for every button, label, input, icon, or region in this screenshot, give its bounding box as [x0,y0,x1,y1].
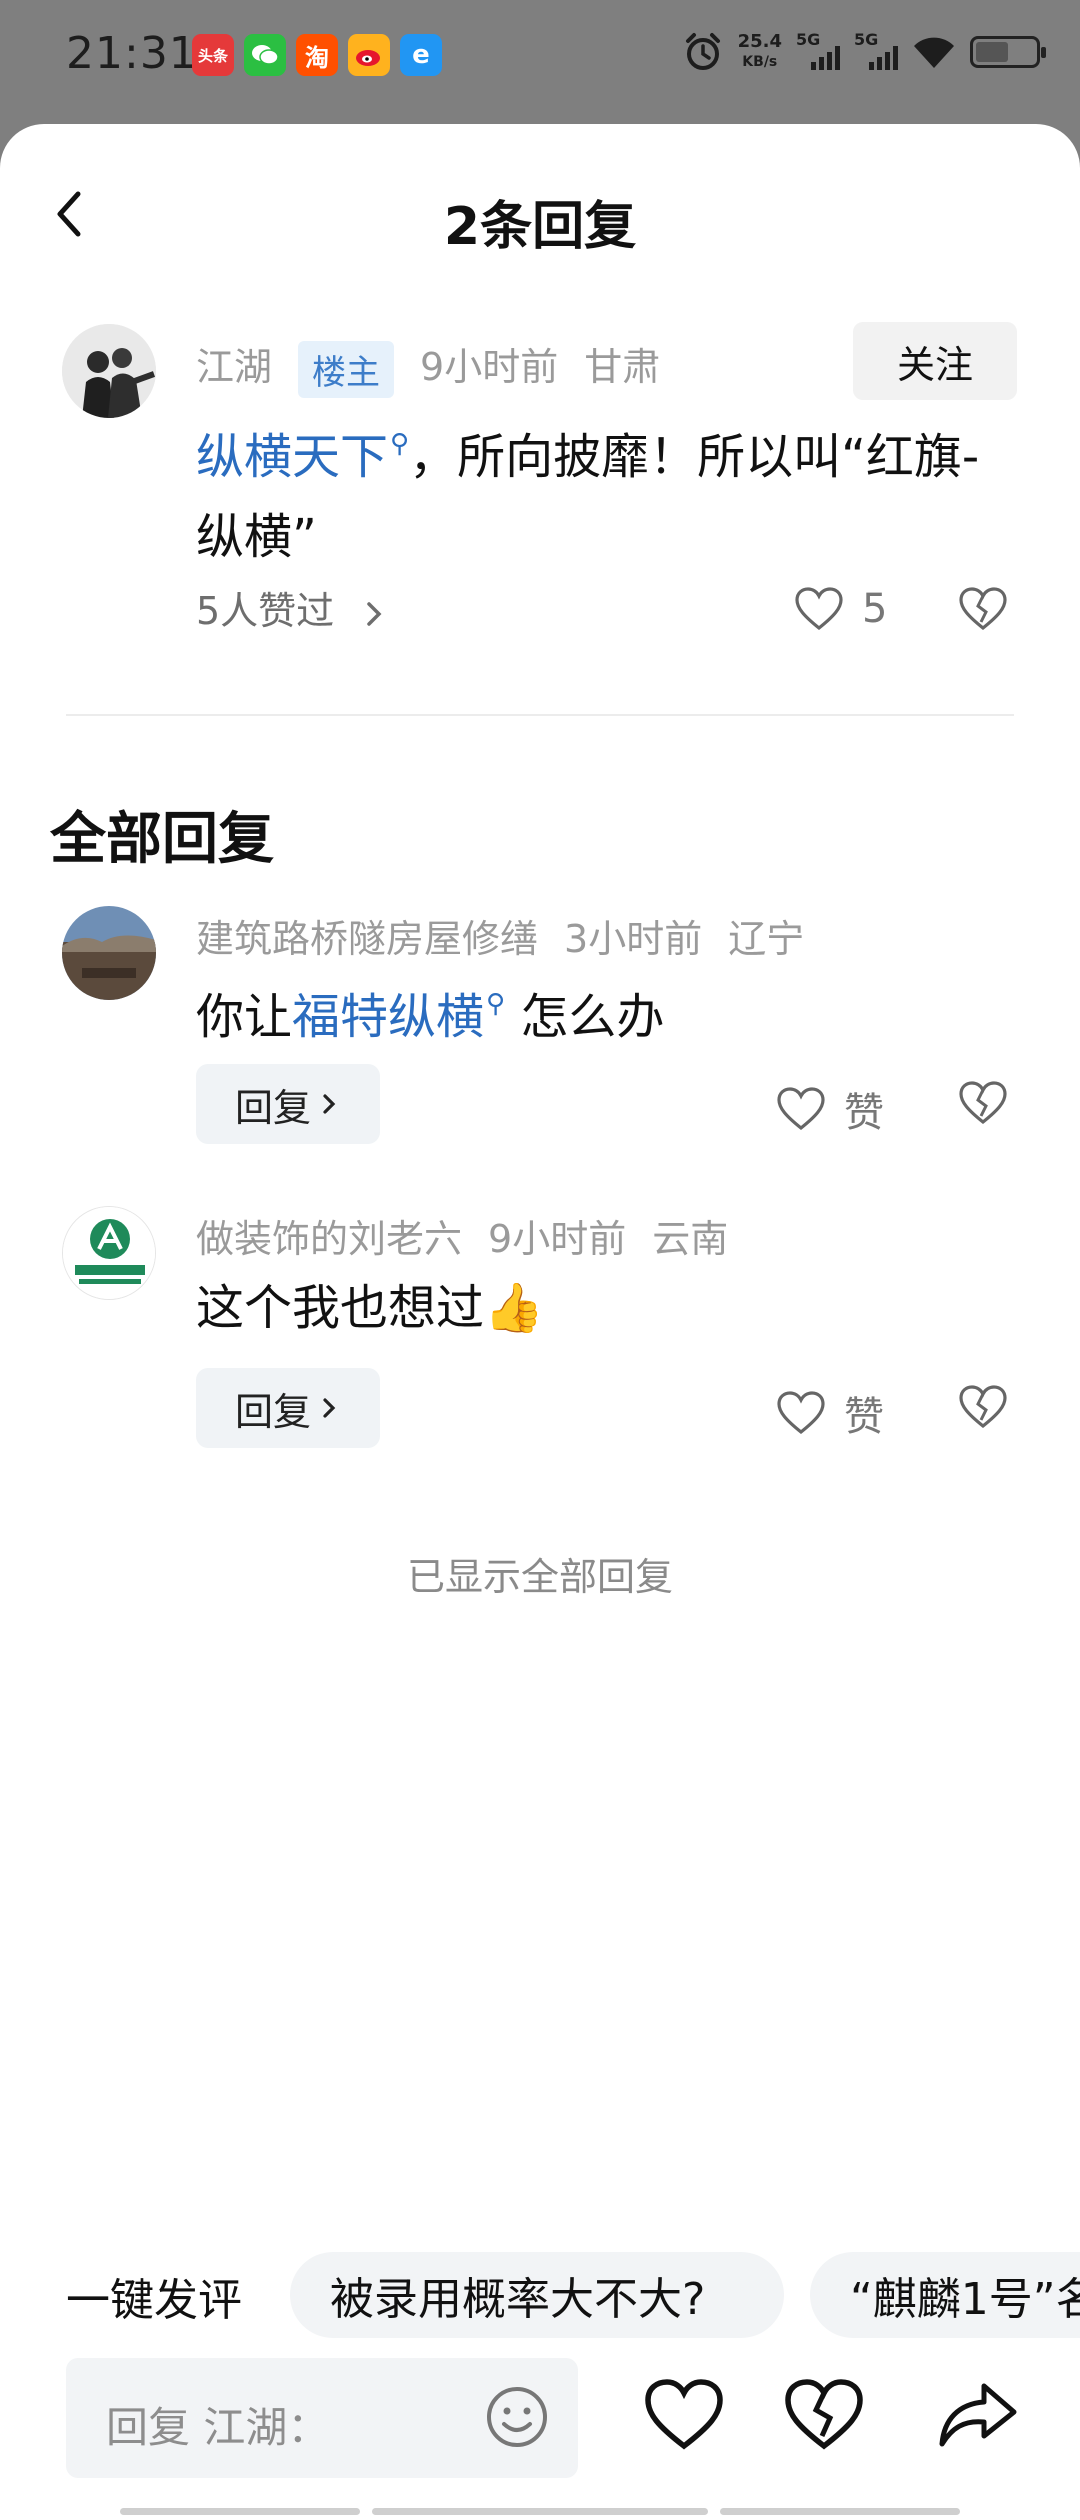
heart-icon [777,1087,825,1131]
wechat-app-icon [244,34,286,76]
avatar[interactable] [62,1206,156,1300]
reply-text: 你让福特纵横⚲ 怎么办 [196,989,665,1045]
replies-sheet: 2条回复 江湖 楼主 9小时前 甘肃 关注 纵横天下⚲，所向披靡！所以叫“红旗-纵横”… [0,124,1080,2520]
heart-icon [795,587,843,631]
author-name[interactable]: 建筑路桥隧房屋修缮 [196,917,538,961]
quick-comment-chip[interactable]: 被录用概率大不大? [290,2252,784,2338]
weibo-app-icon [348,34,390,76]
status-time: 21:31 [66,28,198,79]
divider [66,714,1014,716]
follow-button[interactable]: 关注 [853,322,1017,400]
likers-link[interactable]: 5人赞过 [196,580,388,635]
author-name[interactable]: 江湖 [196,345,272,389]
page-title: 2条回复 [443,197,637,257]
status-bar: 21:31 头条 淘 e 25.4 KB/s 5G 5G [0,0,1080,118]
dislike-icon[interactable] [958,1384,1008,1430]
comment-time: 9小时前 [420,345,559,389]
avatar[interactable] [62,906,156,1000]
toutiao-app-icon: 头条 [192,34,234,76]
search-icon: ⚲ [390,429,410,459]
reply-input[interactable]: 回复 江湖： [66,2358,578,2478]
nav-indicator [120,2508,360,2515]
reply-time: 9小时前 [488,1217,627,1261]
search-icon: ⚲ [486,989,506,1019]
dislike-icon[interactable] [958,586,1008,632]
reply-text: 这个我也想过👍 [196,1280,544,1336]
notification-app-icons: 头条 淘 e [192,34,442,76]
taobao-app-icon: 淘 [296,34,338,76]
reply-input-placeholder: 回复 江湖： [106,2403,330,2452]
section-title: 全部回复 [50,807,274,872]
owner-badge: 楼主 [298,341,395,398]
like-count: 5 [862,586,888,632]
reply-button[interactable]: 回复 [196,1368,380,1448]
cellular-signal-icon-2: 5G [854,30,898,74]
chevron-right-icon [323,1398,336,1418]
like-button[interactable]: 赞 [776,1080,884,1138]
quick-comment-label: 一键发评 [66,2275,242,2326]
cellular-signal-icon: 5G [796,30,840,74]
reply-meta: 做装饰的刘老六 9小时前 云南 [196,1208,754,1263]
author-name[interactable]: 做装饰的刘老六 [196,1217,462,1261]
reply-meta: 建筑路桥隧房屋修缮 3小时前 辽宁 [196,908,830,963]
quick-comment-chip[interactable]: “麒麟1号”名 [810,2252,1080,2338]
share-icon[interactable] [936,2374,1020,2458]
network-speed: 25.4 KB/s [737,31,782,71]
reply-location: 云南 [652,1217,729,1261]
chevron-right-icon [323,1094,336,1114]
reply-time: 3小时前 [564,917,703,961]
heart-icon [777,1391,825,1435]
reply-location: 辽宁 [728,917,805,961]
wifi-icon [914,37,954,68]
comment-location: 甘肃 [584,345,661,389]
comment-meta: 江湖 楼主 9小时前 甘肃 [196,336,686,398]
reply-button[interactable]: 回复 [196,1064,380,1144]
nav-indicator [372,2508,708,2515]
thumbs-up-emoji: 👍 [484,1280,544,1336]
battery-icon [970,36,1046,68]
chevron-right-icon [367,601,382,626]
browser-app-icon: e [400,34,442,76]
heart-icon[interactable] [642,2374,726,2458]
status-right-group: 25.4 KB/s 5G 5G [682,30,1046,74]
topic-link[interactable]: 纵横天下⚲ [196,429,409,485]
like-button[interactable]: 5 [794,586,887,632]
topic-link[interactable]: 福特纵横⚲ [292,989,505,1045]
broken-heart-icon[interactable] [782,2374,866,2458]
like-button[interactable]: 赞 [776,1384,884,1442]
avatar[interactable] [62,324,156,418]
emoji-icon[interactable] [482,2382,552,2452]
alarm-clock-icon [685,33,720,70]
nav-indicator [720,2508,960,2515]
comment-text: 纵横天下⚲，所向披靡！所以叫“红旗-纵横” [196,429,980,565]
end-of-replies: 已显示全部回复 [406,1555,673,1599]
dislike-icon[interactable] [958,1080,1008,1126]
